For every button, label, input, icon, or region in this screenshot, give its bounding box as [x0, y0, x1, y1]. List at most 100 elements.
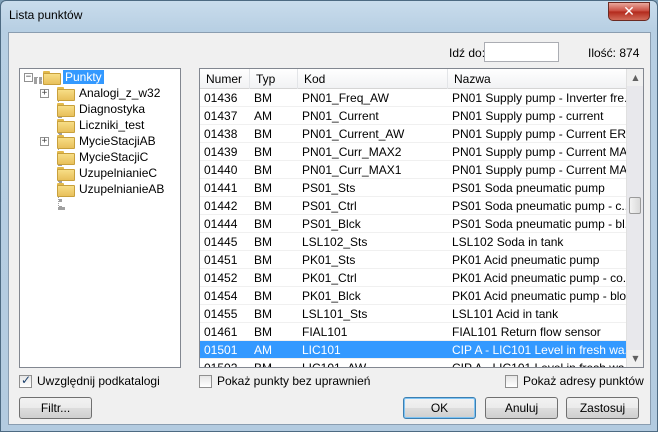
table-row[interactable]: 01502 BM LIC101_AW CIP A - LIC101 Level in …	[200, 359, 627, 368]
cell-kod: LIC101_AW	[302, 361, 367, 368]
scroll-thumb[interactable]	[629, 197, 641, 214]
scroll-up-button[interactable]: ▲	[627, 69, 643, 86]
table-row[interactable]: 01455 BM LSL101_Sts LSL101 Acid in tank	[200, 305, 627, 323]
ok-button[interactable]: OK	[403, 397, 476, 419]
cell-numer: 01441	[204, 181, 238, 195]
folder-icon	[57, 87, 75, 101]
folder-icon	[57, 135, 75, 149]
cell-kod: PS01_Ctrl	[302, 199, 357, 213]
table-row[interactable]: 01442 BM PS01_Ctrl PS01 Soda pneumatic pump…	[200, 197, 627, 215]
cell-typ: BM	[254, 289, 272, 303]
cell-kod: PK01_Blck	[302, 289, 361, 303]
filter-button[interactable]: Filtr...	[19, 397, 92, 419]
checkbox-label: Pokaż punkty bez uprawnień	[217, 374, 371, 388]
tree-item-label: UzupelnianieAB	[79, 182, 165, 196]
table-row[interactable]: 01454 BM PK01_Blck PK01 Acid pneumatic pump…	[200, 287, 627, 305]
table-row[interactable]: 01438 BM PN01_Current_AW PN01 Supply pump -…	[200, 125, 627, 143]
close-icon: ✕	[623, 3, 635, 20]
table-row[interactable]: 01440 BM PN01_Curr_MAX1 PN01 Supply pump - …	[200, 161, 627, 179]
cell-nazwa: PN01 Supply pump - Current MA...	[452, 145, 627, 159]
tree-item[interactable]: Liczniki_test	[57, 117, 146, 133]
folder-icon	[43, 71, 61, 85]
tree-item[interactable]: MycieStacjiC	[57, 149, 150, 165]
cell-numer: 01445	[204, 235, 238, 249]
column-header-kod[interactable]: Kod	[298, 69, 448, 89]
cell-typ: BM	[254, 235, 272, 249]
table-row[interactable]: 01445 BM LSL102_Sts LSL102 Soda in tank	[200, 233, 627, 251]
cell-numer: 01444	[204, 217, 238, 231]
checkbox-label: Pokaż adresy punktów	[523, 374, 644, 388]
table-row[interactable]: 01441 BM PS01_Sts PS01 Soda pneumatic pump	[200, 179, 627, 197]
title-bar[interactable]: Lista punktów ✕	[1, 1, 657, 31]
cell-kod: FIAL101	[302, 325, 348, 339]
expand-icon[interactable]: +	[40, 136, 49, 146]
points-table: Numer Typ Kod Nazwa 01436 BM PN01_Freq_AW P…	[199, 68, 644, 368]
checkbox-box[interactable]	[199, 374, 212, 388]
points-list-dialog: Lista punktów ✕ Idź do: Ilość: 874 − Pun…	[0, 0, 658, 432]
cell-kod: LSL101_Sts	[302, 307, 368, 321]
cell-nazwa: PN01 Supply pump - Current MA...	[452, 163, 627, 177]
cell-kod: PN01_Curr_MAX2	[302, 145, 402, 159]
scroll-down-button[interactable]: ▼	[627, 350, 643, 367]
cell-nazwa: PS01 Soda pneumatic pump - bl...	[452, 217, 627, 231]
cell-kod: PS01_Sts	[302, 181, 356, 195]
folder-icon	[57, 151, 75, 165]
cell-nazwa: LSL102 Soda in tank	[452, 235, 564, 249]
apply-button[interactable]: Zastosuj	[566, 397, 639, 419]
cell-numer: 01439	[204, 145, 238, 159]
close-button[interactable]: ✕	[608, 2, 650, 21]
expand-icon[interactable]: +	[40, 88, 49, 98]
cell-typ: BM	[254, 163, 272, 177]
cell-kod: PN01_Freq_AW	[302, 91, 389, 105]
table-row[interactable]: 01436 BM PN01_Freq_AW PN01 Supply pump - In…	[200, 89, 627, 107]
cell-numer: 01438	[204, 127, 238, 141]
include-subfolders-checkbox[interactable]: Uwzględnij podkatalogi	[19, 373, 160, 388]
cell-kod: PK01_Sts	[302, 253, 356, 267]
tree-item[interactable]: + Analogi_z_w32	[40, 85, 162, 101]
folder-icon	[57, 183, 75, 197]
column-header-numer[interactable]: Numer	[200, 69, 250, 89]
show-addresses-checkbox[interactable]: Pokaż adresy punktów	[505, 374, 644, 388]
cell-nazwa: LSL101 Acid in tank	[452, 307, 559, 321]
cancel-button[interactable]: Anuluj	[485, 397, 558, 419]
cell-nazwa: CIP A - LIC101 Level in fresh wa...	[452, 361, 627, 368]
folder-tree[interactable]: − Punkty + Analogi_z_w32 Diagnostyka Lic…	[19, 68, 181, 368]
cell-typ: BM	[254, 91, 272, 105]
table-row[interactable]: 01444 BM PS01_Blck PS01 Soda pneumatic pump…	[200, 215, 627, 233]
column-header-nazwa[interactable]: Nazwa	[448, 69, 627, 89]
cell-typ: BM	[254, 325, 272, 339]
table-row[interactable]: 01451 BM PK01_Sts PK01 Acid pneumatic pump	[200, 251, 627, 269]
vertical-scrollbar[interactable]: ▲ ▼	[626, 69, 643, 367]
cell-typ: BM	[254, 145, 272, 159]
cell-numer: 01501	[204, 343, 238, 357]
table-row[interactable]: 01437 AM PN01_Current PN01 Supply pump - cu…	[200, 107, 627, 125]
cell-nazwa: CIP A - LIC101 Level in fresh wa...	[452, 343, 627, 357]
table-row[interactable]: 01452 BM PK01_Ctrl PK01 Acid pneumatic pump…	[200, 269, 627, 287]
pane-splitter[interactable]	[190, 68, 195, 368]
cell-numer: 01440	[204, 163, 238, 177]
tree-root[interactable]: − Punkty	[24, 69, 104, 85]
cell-nazwa: PN01 Supply pump - Inverter fre...	[452, 91, 627, 105]
go-to-input[interactable]	[484, 42, 559, 62]
scroll-up-icon: ▲	[632, 73, 639, 82]
tree-item-label: Analogi_z_w32	[79, 86, 161, 100]
table-row[interactable]: 01439 BM PN01_Curr_MAX2 PN01 Supply pump - …	[200, 143, 627, 161]
point-count: Ilość: 874	[588, 46, 640, 60]
collapse-icon[interactable]: −	[24, 72, 33, 82]
tree-item[interactable]: + MycieStacjiAB	[40, 133, 158, 149]
tree-item[interactable]: UzupelnianieC	[57, 165, 159, 181]
table-row[interactable]: 01501 AM LIC101 CIP A - LIC101 Level in fre…	[200, 341, 627, 359]
cell-typ: AM	[254, 343, 272, 357]
column-header-typ[interactable]: Typ	[250, 69, 298, 89]
cell-numer: 01452	[204, 271, 238, 285]
cell-typ: BM	[254, 361, 272, 368]
cell-kod: PN01_Current_AW	[302, 127, 405, 141]
checkbox-box[interactable]	[505, 374, 518, 388]
tree-item[interactable]: Diagnostyka	[57, 101, 147, 117]
table-row[interactable]: 01461 BM FIAL101 FIAL101 Return flow sensor	[200, 323, 627, 341]
tree-item-label: MycieStacjiAB	[79, 134, 156, 148]
checkbox-box[interactable]	[19, 373, 32, 388]
cell-nazwa: PK01 Acid pneumatic pump	[452, 253, 600, 267]
show-without-permissions-checkbox[interactable]: Pokaż punkty bez uprawnień	[199, 374, 370, 388]
tree-item[interactable]: UzupelnianieAB	[57, 181, 166, 197]
